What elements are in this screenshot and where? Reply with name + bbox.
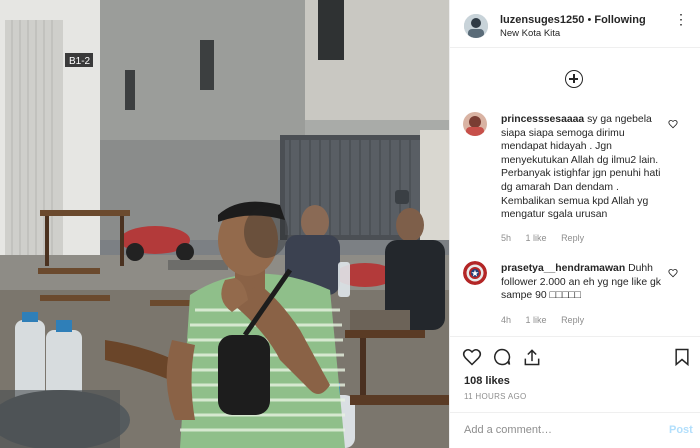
add-comment-bar: Add a comment… Post (450, 412, 700, 448)
bookmark-icon[interactable] (672, 347, 692, 367)
comment-text: princesssesaaaa sy ga ngebela siapa siap… (501, 113, 671, 222)
author-avatar[interactable] (464, 14, 488, 38)
post-comment-button[interactable]: Post (669, 424, 693, 436)
post-details-panel: luzensuges1250 • Following New Kota Kita… (449, 0, 700, 448)
comment-username[interactable]: prasetya__hendramawan (501, 263, 625, 274)
comment-meta: 5h 1 like Reply (501, 233, 596, 243)
comment-likes[interactable]: 1 like (526, 315, 547, 325)
post-header: luzensuges1250 • Following New Kota Kita… (450, 0, 700, 48)
commenter-avatar[interactable] (463, 112, 487, 136)
share-icon[interactable] (522, 347, 542, 367)
following-button[interactable]: Following (594, 14, 645, 26)
commenter-avatar[interactable] (463, 261, 487, 285)
comment-meta: 4h 1 like Reply (501, 315, 596, 325)
post-photo-image: B1-2 (0, 0, 449, 448)
author-line: luzensuges1250 • Following (500, 14, 646, 26)
comment-like-heart-icon[interactable] (668, 268, 678, 278)
post-timestamp[interactable]: 11 HOURS AGO (464, 392, 527, 401)
post-location[interactable]: New Kota Kita (500, 28, 560, 39)
more-options-icon[interactable]: ⋮ (674, 12, 688, 26)
post-photo[interactable]: B1-2 (0, 0, 449, 448)
comment-text: prasetya__hendramawan Duhh follower 2.00… (501, 262, 671, 303)
comment-username[interactable]: princesssesaaaa (501, 114, 584, 125)
likes-count[interactable]: 108 likes (464, 375, 510, 387)
comment-age[interactable]: 4h (501, 315, 511, 325)
author-username[interactable]: luzensuges1250 (500, 14, 584, 26)
comment-body: sy ga ngebela siapa siapa semoga dirimu … (501, 114, 661, 221)
comment-like-heart-icon[interactable] (668, 119, 678, 129)
comment-age[interactable]: 5h (501, 233, 511, 243)
shop-sign-text: B1-2 (69, 56, 91, 67)
comment-reply-button[interactable]: Reply (561, 315, 584, 325)
load-more-comments-icon[interactable] (565, 70, 583, 88)
comment-likes[interactable]: 1 like (526, 233, 547, 243)
comment-reply-button[interactable]: Reply (561, 233, 584, 243)
comment-icon[interactable] (492, 347, 512, 367)
separator-dot: • (587, 14, 592, 26)
comment-input[interactable]: Add a comment… (464, 424, 552, 436)
heart-icon[interactable] (462, 347, 482, 367)
